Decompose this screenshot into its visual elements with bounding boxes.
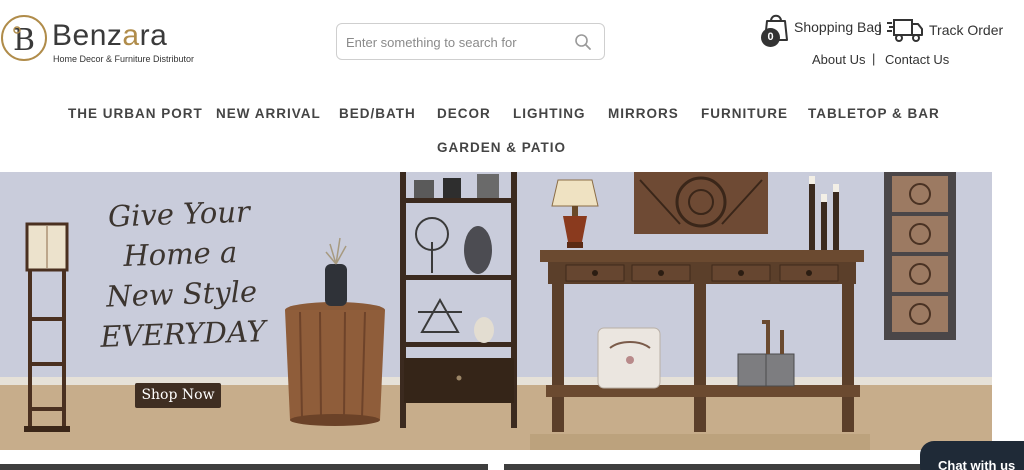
header-separator: | — [878, 19, 882, 35]
hero-headline-line: Home a — [122, 235, 238, 273]
track-order-link[interactable]: Track Order — [887, 14, 1012, 46]
brand-name-accent: a — [122, 19, 140, 52]
nav-item-bed-bath[interactable]: BED/BATH — [339, 106, 416, 121]
nav-item-new-arrival[interactable]: NEW ARRIVAL — [216, 106, 321, 121]
hero-headline-line: New Style — [105, 274, 258, 314]
header-separator: | — [872, 51, 876, 66]
brand-logo[interactable]: B Benzara Home Decor & Furniture Distrib… — [0, 12, 210, 72]
promo-panel-left[interactable] — [0, 464, 488, 470]
nav-item-tabletop-bar[interactable]: TABLETOP & BAR — [808, 106, 940, 121]
about-us-link[interactable]: About Us — [812, 52, 865, 67]
contact-us-link[interactable]: Contact Us — [885, 52, 949, 67]
hero-headline: Give Your Home a New Style EVERYDAY — [93, 191, 268, 357]
brand-name: Benzara — [52, 21, 167, 51]
hero-headline-line: Give Your — [107, 194, 251, 234]
hero-banner[interactable]: Give Your Home a New Style EVERYDAY Shop… — [0, 172, 992, 450]
shop-now-button[interactable]: Shop Now — [135, 383, 221, 408]
nav-item-lighting[interactable]: LIGHTING — [513, 106, 586, 121]
track-order-label: Track Order — [929, 22, 1004, 38]
chat-with-us-button[interactable]: Chat with us — [920, 441, 1024, 470]
nav-item-the-urban-port[interactable]: THE URBAN PORT — [68, 106, 203, 121]
hero-headline-line: EVERYDAY — [99, 314, 267, 354]
nav-item-furniture[interactable]: FURNITURE — [701, 106, 788, 121]
shopping-bag-link[interactable]: 0 Shopping Bag — [760, 12, 882, 48]
nav-item-mirrors[interactable]: MIRRORS — [608, 106, 679, 121]
nav-item-garden-patio[interactable]: GARDEN & PATIO — [437, 140, 566, 155]
search-icon[interactable] — [574, 33, 592, 51]
search-input[interactable] — [346, 32, 566, 52]
shopping-bag-label: Shopping Bag — [794, 19, 882, 35]
brand-name-end: ra — [139, 19, 168, 52]
nav-item-decor[interactable]: DECOR — [437, 106, 491, 121]
promo-panel-right[interactable] — [504, 464, 934, 470]
brand-tagline: Home Decor & Furniture Distributor — [53, 54, 195, 64]
brand-name-start: Benz — [52, 19, 123, 52]
bag-count-badge: 0 — [761, 28, 780, 47]
search-box — [336, 23, 605, 60]
svg-text:B: B — [13, 23, 35, 58]
delivery-truck-icon — [887, 19, 923, 42]
logo-monogram-icon: B — [1, 15, 47, 61]
